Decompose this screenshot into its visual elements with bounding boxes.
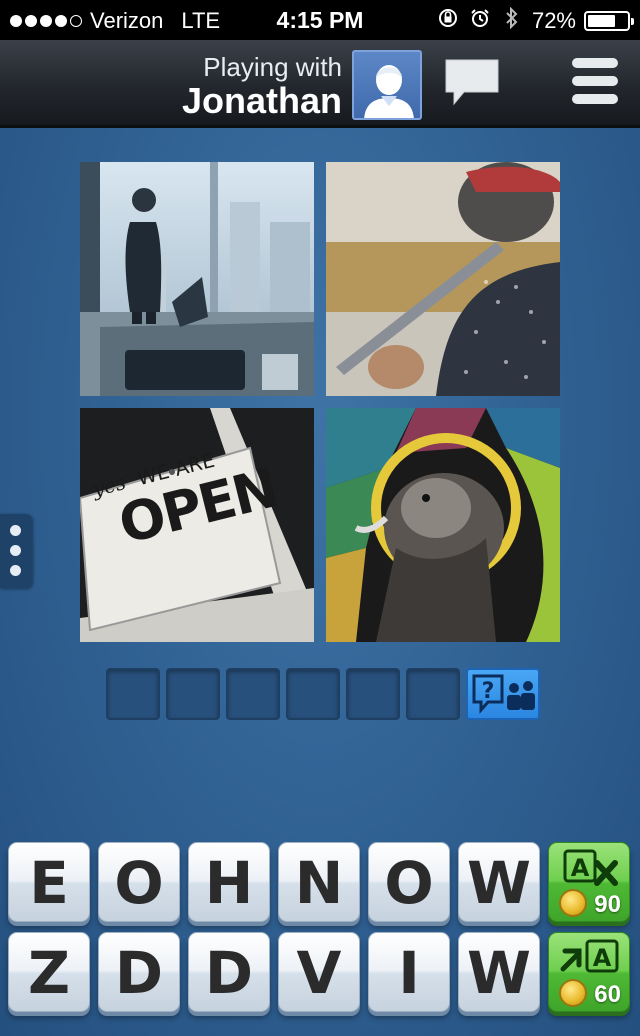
open-sign-image: yes WE ARE OPEN [80,408,314,642]
ask-friends-button[interactable]: ? [466,668,540,720]
letter-key[interactable]: O [98,842,180,922]
answer-slot[interactable] [406,668,460,720]
answer-slot[interactable] [346,668,400,720]
letter-key[interactable]: I [368,932,450,1012]
coin-icon [559,889,587,917]
letter-key[interactable]: E [8,842,90,922]
letter-key[interactable]: D [188,932,270,1012]
letter-key[interactable]: W [458,932,540,1012]
answer-slot[interactable] [106,668,160,720]
status-bar: Verizon LTE 4:15 PM 72% [0,0,640,40]
game-header: Playing with Jonathan [0,40,640,128]
businessman-at-window-image [80,162,314,396]
coin-icon [559,979,587,1007]
battery-icon [584,11,634,31]
ask-friends-icon: ? [472,674,535,714]
letter-key[interactable]: O [368,842,450,922]
answer-slot[interactable] [226,668,280,720]
letter-key[interactable]: Z [8,932,90,1012]
letter-key[interactable]: W [458,842,540,922]
letter-key[interactable]: H [188,842,270,922]
letter-key[interactable]: N [278,842,360,922]
svg-text:A: A [593,944,612,972]
answer-slot[interactable] [166,668,220,720]
remove-letters-cost: 90 [594,891,621,918]
user-silhouette-icon[interactable] [352,50,422,120]
alarm-icon [468,7,492,35]
rotation-lock-icon [436,7,460,35]
bluetooth-icon [500,6,524,35]
letter-key[interactable]: D [98,932,180,1012]
hamburger-menu-icon[interactable] [572,58,622,108]
remove-letter-icon: A [563,849,618,886]
status-right: 72% [436,6,634,35]
chat-bubble-icon[interactable] [442,56,502,110]
remove-letters-button[interactable]: A 90 [548,842,630,922]
letter-key[interactable]: V [278,932,360,1012]
reveal-letter-cost: 60 [594,981,621,1008]
svg-text:?: ? [482,679,495,704]
stained-glass-lion-image [326,408,560,642]
window-cleaner-squeegee-image [326,162,560,396]
side-drawer-handle[interactable] [0,514,32,588]
playing-with-label: Playing with [203,52,342,82]
opponent-name[interactable]: Jonathan [182,80,342,122]
svg-text:A: A [571,854,590,882]
answer-slot[interactable] [286,668,340,720]
reveal-letter-button[interactable]: A 60 [548,932,630,1012]
reveal-letter-icon: A [560,939,619,973]
battery-percent: 72% [531,8,576,33]
